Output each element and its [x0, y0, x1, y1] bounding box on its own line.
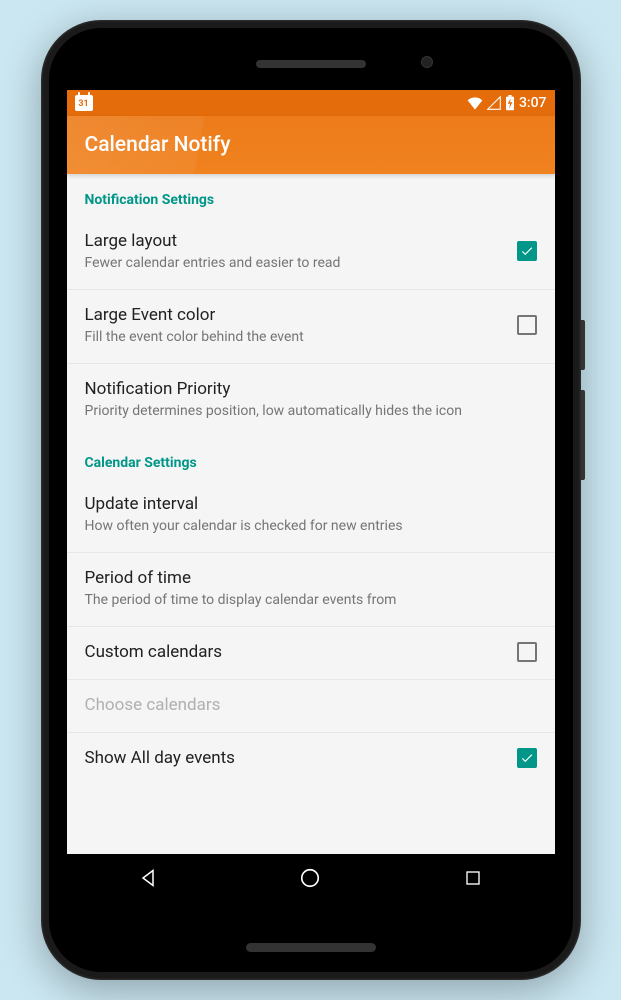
row-custom-calendars[interactable]: Custom calendars — [67, 627, 555, 680]
calendar-app-icon: 31 — [75, 95, 93, 111]
row-show-all-day-events[interactable]: Show All day events — [67, 733, 555, 775]
row-title: Show All day events — [85, 747, 505, 769]
screen: 31 3:07 Calendar Notify Notification Set… — [67, 90, 555, 902]
row-update-interval[interactable]: Update interval How often your calendar … — [67, 479, 555, 553]
nav-home-button[interactable] — [298, 866, 322, 890]
status-left: 31 — [75, 95, 93, 111]
row-choose-calendars: Choose calendars — [67, 680, 555, 733]
section-header-notification: Notification Settings — [67, 174, 555, 216]
phone-side-button — [581, 390, 585, 480]
row-large-layout[interactable]: Large layout Fewer calendar entries and … — [67, 216, 555, 290]
row-title: Period of time — [85, 567, 525, 589]
navigation-bar — [67, 854, 555, 902]
app-bar: Calendar Notify — [67, 116, 555, 174]
calendar-app-icon-day: 31 — [78, 98, 88, 111]
battery-charging-icon — [505, 95, 515, 111]
row-title: Notification Priority — [85, 378, 525, 400]
row-subtitle: Fill the event color behind the event — [85, 328, 505, 347]
row-subtitle: How often your calendar is checked for n… — [85, 517, 525, 536]
row-period-of-time[interactable]: Period of time The period of time to dis… — [67, 553, 555, 627]
wifi-icon — [467, 96, 483, 110]
row-subtitle: The period of time to display calendar e… — [85, 591, 525, 610]
checkbox-custom-calendars[interactable] — [517, 642, 537, 662]
bottom-speaker — [246, 943, 376, 952]
row-title: Choose calendars — [85, 694, 525, 716]
phone-frame: 31 3:07 Calendar Notify Notification Set… — [41, 20, 581, 980]
earpiece — [256, 60, 366, 68]
row-notification-priority[interactable]: Notification Priority Priority determine… — [67, 364, 555, 437]
row-title: Large layout — [85, 230, 505, 252]
row-large-event-color[interactable]: Large Event color Fill the event color b… — [67, 290, 555, 364]
nav-recent-button[interactable] — [461, 866, 485, 890]
row-subtitle: Fewer calendar entries and easier to rea… — [85, 254, 505, 273]
checkbox-large-layout[interactable] — [517, 241, 537, 261]
phone-bezel: 31 3:07 Calendar Notify Notification Set… — [49, 28, 573, 972]
section-header-calendar: Calendar Settings — [67, 437, 555, 479]
row-title: Large Event color — [85, 304, 505, 326]
nav-back-button[interactable] — [136, 866, 160, 890]
settings-list[interactable]: Notification Settings Large layout Fewer… — [67, 174, 555, 854]
checkbox-large-event-color[interactable] — [517, 315, 537, 335]
app-title: Calendar Notify — [85, 133, 231, 157]
status-right: 3:07 — [467, 95, 547, 111]
row-title: Custom calendars — [85, 641, 505, 663]
signal-icon — [487, 96, 501, 110]
phone-side-button — [581, 320, 585, 370]
row-title: Update interval — [85, 493, 525, 515]
front-camera — [421, 56, 433, 68]
status-bar: 31 3:07 — [67, 90, 555, 116]
checkbox-show-all-day-events[interactable] — [517, 748, 537, 768]
status-time: 3:07 — [519, 95, 547, 111]
row-subtitle: Priority determines position, low automa… — [85, 402, 525, 421]
